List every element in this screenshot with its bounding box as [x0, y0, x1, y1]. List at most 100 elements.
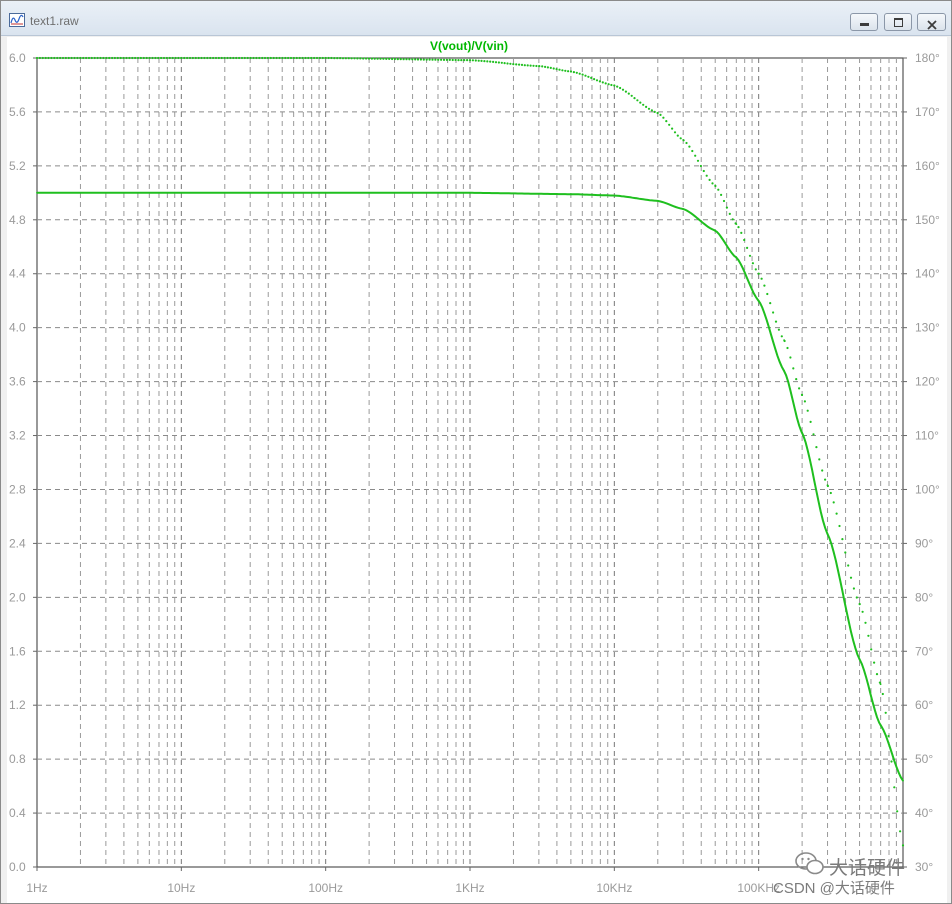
- y-tick-label: 2.4: [9, 536, 26, 550]
- magnitude-sample: [902, 779, 904, 782]
- y-tick-label: 0.4: [9, 806, 26, 820]
- phase-point: [203, 56, 206, 60]
- magnitude-sample: [714, 229, 717, 232]
- phase-point: [881, 692, 884, 696]
- phase-point: [212, 56, 215, 60]
- phase-point: [766, 292, 769, 296]
- phase-point: [665, 120, 668, 123]
- phase-sample: [858, 602, 861, 605]
- close-button[interactable]: [917, 13, 946, 31]
- phase-point: [310, 56, 313, 60]
- phase-point: [731, 218, 734, 221]
- phase-point: [844, 551, 847, 554]
- phase-point: [336, 57, 339, 60]
- phase-point: [44, 56, 47, 60]
- phase-point: [41, 56, 44, 60]
- y-tick-label: 3.6: [9, 375, 26, 389]
- phase-point: [679, 137, 682, 140]
- phase-point: [414, 58, 417, 61]
- maximize-button[interactable]: [884, 13, 912, 31]
- phase-point: [772, 311, 775, 314]
- y2-tick-label: 130°: [915, 321, 940, 335]
- phase-point: [780, 335, 783, 338]
- phase-sample: [613, 84, 616, 87]
- phase-sample: [902, 844, 904, 847]
- phase-sample: [735, 223, 738, 226]
- phase-point: [422, 58, 425, 61]
- phase-point: [249, 56, 252, 60]
- phase-point: [235, 56, 238, 60]
- phase-point: [668, 123, 671, 126]
- phase-point: [760, 277, 763, 280]
- phase-point: [70, 56, 73, 60]
- phase-point: [440, 58, 443, 61]
- phase-point: [815, 446, 818, 449]
- y-tick-label: 1.2: [9, 698, 26, 712]
- phase-point: [633, 97, 636, 100]
- y2-tick-label: 80°: [915, 590, 933, 604]
- phase-point: [385, 57, 388, 60]
- phase-point: [558, 68, 561, 71]
- phase-point: [217, 56, 220, 60]
- phase-point: [855, 596, 858, 599]
- phase-point: [85, 56, 88, 60]
- phase-point: [341, 57, 345, 60]
- phase-point: [226, 56, 229, 60]
- phase-point: [382, 57, 385, 60]
- phase-point: [229, 56, 232, 60]
- phase-point: [278, 56, 281, 60]
- phase-point: [396, 58, 399, 61]
- phase-point: [789, 356, 792, 359]
- phase-point: [160, 56, 163, 60]
- phase-point: [509, 62, 512, 65]
- phase-point: [694, 154, 697, 157]
- plot-pane[interactable]: 0.0 0.4 0.8 1.2 1.6 2.0 2.4 2.8 3.2 3.6 4.0 4.4 4.8 5…: [7, 37, 947, 903]
- y2-tick-label: 120°: [915, 375, 940, 389]
- magnitude-sample: [879, 724, 882, 727]
- y-tick-label: 1.6: [9, 644, 26, 658]
- phase-point: [59, 56, 62, 60]
- phase-sample: [801, 394, 803, 396]
- y2-tick-label: 160°: [915, 159, 940, 173]
- phase-point: [266, 56, 269, 60]
- phase-point: [50, 56, 53, 60]
- phase-point: [838, 524, 841, 528]
- phase-point: [737, 226, 740, 229]
- phase-point: [122, 56, 125, 60]
- x-tick-label: 10Hz: [167, 881, 195, 895]
- phase-point: [546, 66, 550, 69]
- trace-label[interactable]: V(vout)/V(vin): [430, 39, 508, 53]
- y2-tick-label: 90°: [915, 536, 933, 550]
- phase-point: [457, 59, 460, 62]
- phase-point: [584, 74, 587, 77]
- phase-point: [186, 56, 189, 60]
- phase-point: [861, 610, 864, 613]
- minimize-icon: [860, 23, 869, 26]
- phase-point: [428, 58, 431, 61]
- phase-point: [292, 56, 295, 60]
- phase-point: [821, 469, 824, 472]
- y2-tick-label: 100°: [915, 482, 940, 496]
- phase-point: [552, 67, 555, 70]
- phase-sample: [757, 272, 760, 275]
- y2-tick-label: 50°: [915, 752, 933, 766]
- title-bar[interactable]: text1.raw: [1, 1, 951, 36]
- phase-point: [102, 56, 105, 60]
- phase-point: [113, 56, 116, 60]
- watermark: 大话硬件 CSDN @大话硬件: [773, 849, 943, 901]
- phase-point: [763, 284, 766, 287]
- phase-point: [818, 458, 821, 461]
- phase-point: [497, 61, 500, 64]
- phase-point: [246, 56, 249, 60]
- phase-point: [105, 56, 108, 60]
- waveform-icon: [9, 13, 25, 27]
- phase-point: [56, 56, 59, 60]
- phase-point: [437, 58, 440, 61]
- phase-point: [725, 206, 729, 209]
- phase-point: [567, 70, 570, 73]
- phase-point: [653, 110, 656, 113]
- phase-point: [356, 57, 359, 60]
- phase-point: [93, 56, 96, 60]
- phase-point: [350, 57, 353, 60]
- minimize-button[interactable]: [850, 13, 878, 31]
